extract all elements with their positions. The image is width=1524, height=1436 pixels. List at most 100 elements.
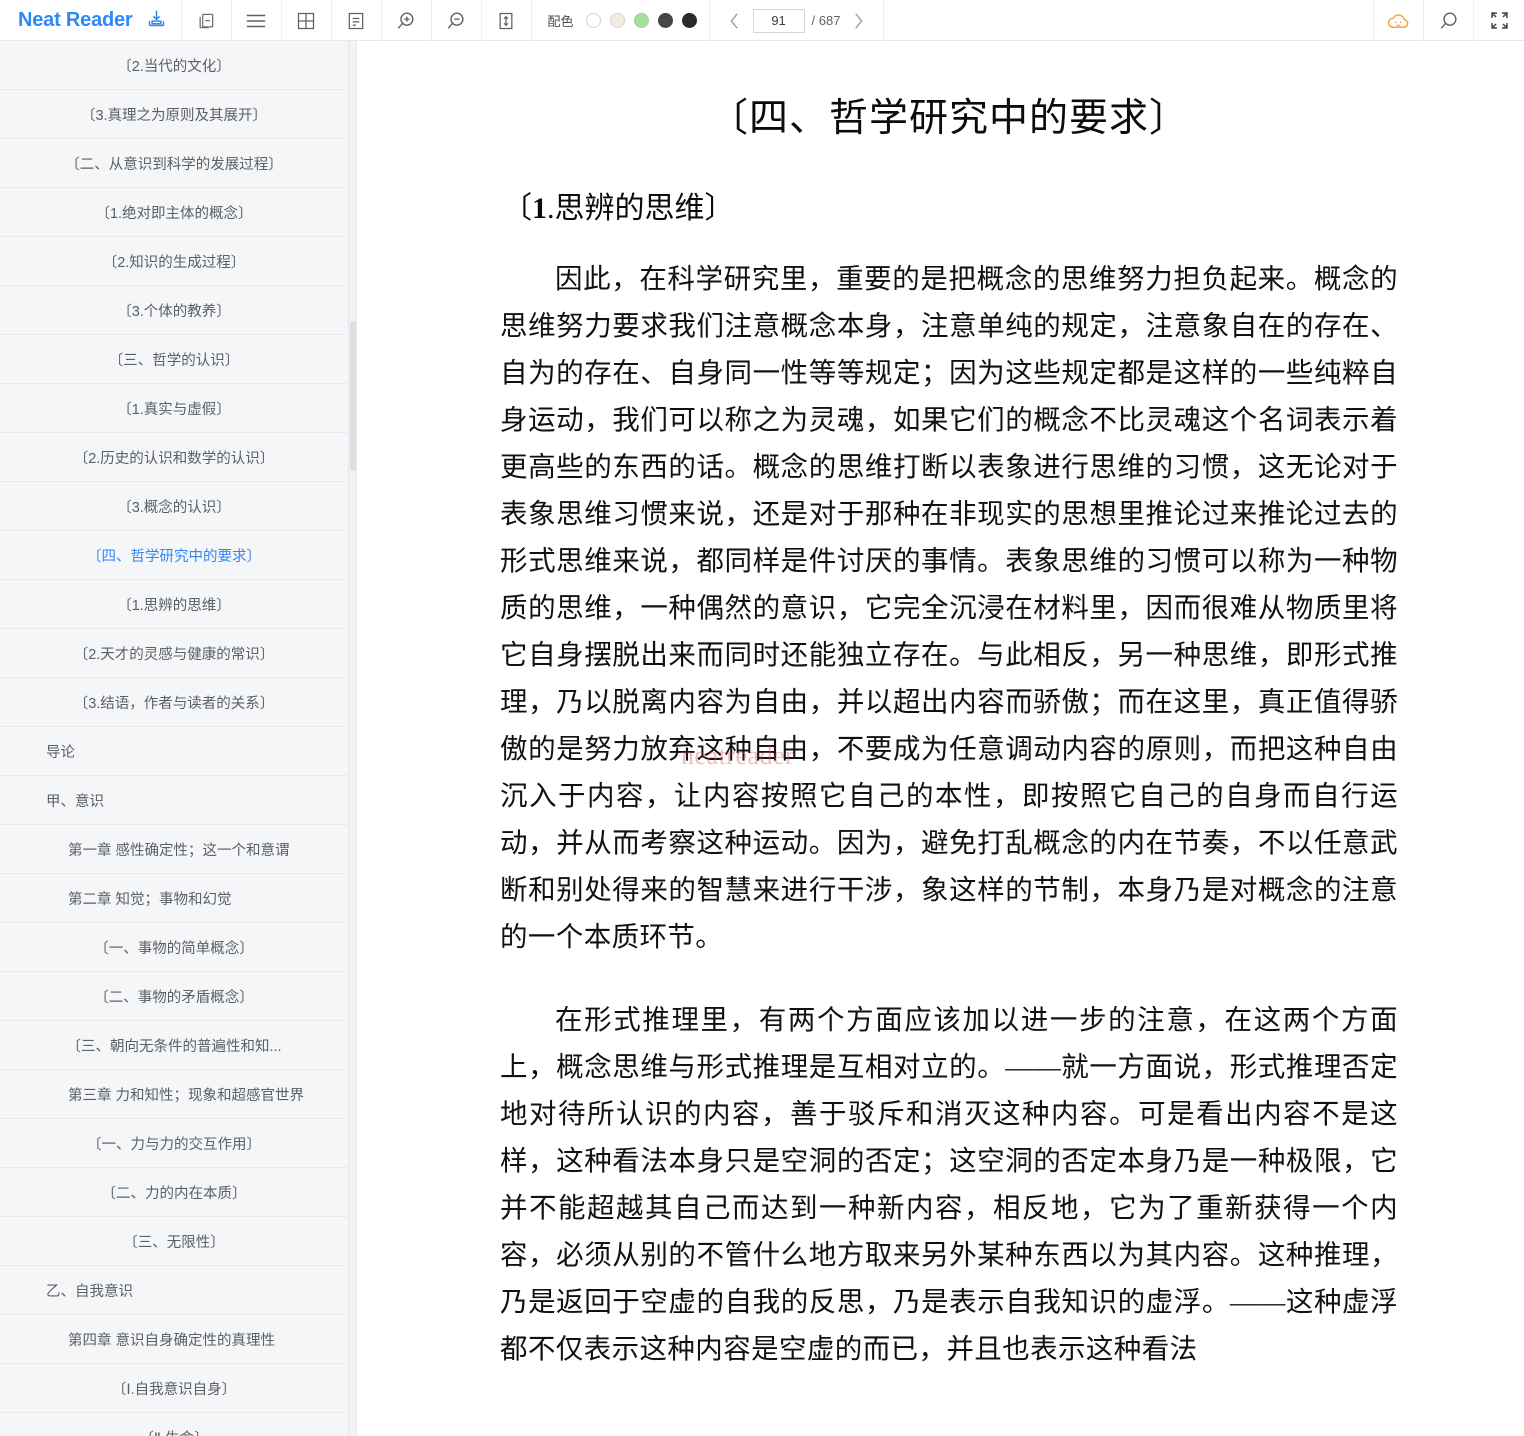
toc-item-label: 〔1.真实与虚假〕 [117, 401, 231, 418]
notes-panel-icon [346, 11, 366, 31]
hamburger-menu-icon [245, 12, 267, 30]
search-icon [1438, 10, 1460, 32]
section-title-open: 〔 [502, 192, 532, 225]
toc-sidebar[interactable]: 〔2.当代的文化〕 〔3.真理之为原则及其展开〕 〔二、从意识到科学的发展过程〕 〔1… [0, 41, 348, 1436]
toc-item[interactable]: 第三章 力和知性；现象和超感官世界 [0, 1070, 348, 1119]
toc-item[interactable]: 〔2.知识的生成过程〕 [0, 237, 348, 286]
toc-item-label: 第四章 意识自身确定性的真理性 [68, 1332, 276, 1349]
toc-item[interactable]: 〔3.概念的认识〕 [0, 482, 348, 531]
toc-item[interactable]: 第一章 感性确定性；这一个和意谓 [0, 825, 348, 874]
toc-item[interactable]: 〔1.绝对即主体的概念〕 [0, 188, 348, 237]
toc-item-label: 第一章 感性确定性；这一个和意谓 [68, 842, 290, 859]
fullscreen-button[interactable] [1474, 0, 1524, 41]
toc-item-label: 甲、意识 [46, 793, 104, 810]
fit-height-icon [496, 11, 516, 31]
grid-layout-icon [296, 11, 316, 31]
toc-item[interactable]: 〔3.个体的教养〕 [0, 286, 348, 335]
reader-pane[interactable]: 〔四、哲学研究中的要求〕 〔1.思辨的思维〕 因此，在科学研究里，重要的是把概念… [359, 41, 1524, 1436]
zoom-in-button[interactable] [382, 0, 432, 41]
sidebar-scrollbar-thumb[interactable] [350, 321, 356, 471]
toc-item[interactable]: 〔Ⅱ.生命〕 [0, 1413, 348, 1436]
toc-item-label: 第二章 知觉；事物和幻觉 [68, 891, 232, 908]
toc-item[interactable]: 〔Ⅰ.自我意识自身〕 [0, 1364, 348, 1413]
toc-item-label: 〔Ⅱ.生命〕 [139, 1427, 208, 1436]
toc-item-label: 〔一、事物的简单概念〕 [94, 940, 254, 957]
paragraph-1: 因此，在科学研究里，重要的是把概念的思维努力担负起来。概念的思维努力要求我们注意… [500, 263, 1398, 952]
toc-item[interactable]: 〔二、力的内在本质〕 [0, 1168, 348, 1217]
toc-item[interactable]: 〔2.天才的灵感与健康的常识〕 [0, 629, 348, 678]
search-button[interactable] [1424, 0, 1474, 41]
color-theme-group: 配色 [532, 0, 710, 41]
toc-item[interactable]: 乙、自我意识 [0, 1266, 348, 1315]
toc-item[interactable]: 〔1.思辨的思维〕 [0, 580, 348, 629]
menu-button[interactable] [232, 0, 282, 41]
theme-swatch-black[interactable] [681, 13, 697, 28]
page-total-label: / 687 [811, 13, 841, 28]
paragraph-2: 在形式推理里，有两个方面应该加以进一步的注意，在这两个方面上，概念思维与形式推理… [500, 1004, 1398, 1364]
cloud-sync-button[interactable] [1374, 0, 1424, 41]
toc-item-label: 〔Ⅰ.自我意识自身〕 [111, 1381, 237, 1398]
cloud-sync-icon [1386, 10, 1411, 32]
page-number-input[interactable] [752, 8, 805, 33]
prev-page-button[interactable] [724, 6, 746, 36]
app-title: Neat Reader [18, 9, 133, 31]
toc-item[interactable]: 〔三、无限性〕 [0, 1217, 348, 1266]
save-to-tray-icon[interactable] [146, 8, 167, 34]
toc-item[interactable]: 〔3.结语，作者与读者的关系〕 [0, 678, 348, 727]
toolbar-right-group [1374, 0, 1524, 41]
toc-item[interactable]: 〔2.历史的认识和数学的认识〕 [0, 433, 348, 482]
toc-item[interactable]: 〔2.当代的文化〕 [0, 41, 348, 90]
toc-item[interactable]: 第四章 意识自身确定性的真理性 [0, 1315, 348, 1364]
toc-item[interactable]: 第二章 知觉；事物和幻觉 [0, 874, 348, 923]
toc-item-label: 第三章 力和知性；现象和超感官世界 [68, 1087, 305, 1104]
toc-item[interactable]: 〔3.真理之为原则及其展开〕 [0, 90, 348, 139]
fullscreen-icon [1489, 10, 1510, 31]
toc-item[interactable]: 〔三、哲学的认识〕 [0, 335, 348, 384]
toc-item[interactable]: 〔二、事物的矛盾概念〕 [0, 972, 348, 1021]
copy-pages-button[interactable] [182, 0, 232, 41]
toc-item-label: 〔二、力的内在本质〕 [101, 1185, 247, 1202]
toc-item[interactable]: 导论 [0, 727, 348, 776]
toc-item-label: 〔三、朝向无条件的普遍性和知... [66, 1038, 282, 1055]
toc-item-label: 〔一、力与力的交互作用〕 [87, 1136, 261, 1153]
fit-height-button[interactable] [482, 0, 532, 41]
toc-list: 〔2.当代的文化〕 〔3.真理之为原则及其展开〕 〔二、从意识到科学的发展过程〕 〔1… [0, 41, 348, 1436]
toc-item-label: 〔3.个体的教养〕 [117, 303, 231, 320]
toc-item-label: 导论 [46, 744, 75, 761]
theme-swatch-green[interactable] [633, 13, 649, 28]
toc-item-label: 〔2.天才的灵感与健康的常识〕 [73, 646, 275, 663]
section-title-text: .思辨的思维〕 [547, 192, 735, 225]
toc-item-label: 〔三、无限性〕 [123, 1234, 225, 1251]
toc-item[interactable]: 〔一、事物的简单概念〕 [0, 923, 348, 972]
zoom-in-icon [395, 10, 417, 32]
toc-item-label: 〔3.结语，作者与读者的关系〕 [73, 695, 275, 712]
toc-item-label: 〔1.思辨的思维〕 [117, 597, 231, 614]
sidebar-scrollbar[interactable] [348, 41, 357, 1436]
toc-item-label: 〔三、哲学的认识〕 [108, 352, 240, 369]
section-title: 〔1.思辨的思维〕 [502, 183, 1398, 227]
page-navigation: / 687 [710, 0, 885, 41]
toc-item[interactable]: 〔三、朝向无条件的普遍性和知... [0, 1021, 348, 1070]
theme-swatch-cream[interactable] [609, 13, 625, 28]
theme-swatch-white[interactable] [585, 13, 601, 28]
grid-layout-button[interactable] [282, 0, 332, 41]
toc-item[interactable]: 〔1.真实与虚假〕 [0, 384, 348, 433]
chapter-title: 〔四、哲学研究中的要求〕 [708, 97, 1189, 140]
section-number: 1 [532, 192, 547, 225]
zoom-out-button[interactable] [432, 0, 482, 41]
toc-item-label: 〔3.真理之为原则及其展开〕 [80, 107, 268, 124]
brand-area: Neat Reader [0, 0, 182, 41]
toc-item-label: 〔二、从意识到科学的发展过程〕 [65, 156, 283, 173]
toolbar-spacer [884, 0, 1374, 40]
toc-item[interactable]: 〔二、从意识到科学的发展过程〕 [0, 139, 348, 188]
notes-panel-button[interactable] [332, 0, 382, 41]
toc-item-label: 乙、自我意识 [46, 1283, 133, 1300]
toc-item-label: 〔3.概念的认识〕 [117, 499, 231, 516]
toc-item[interactable]: 〔一、力与力的交互作用〕 [0, 1119, 348, 1168]
toc-item[interactable]: 甲、意识 [0, 776, 348, 825]
theme-swatch-dark-gray[interactable] [657, 13, 673, 28]
toc-item-label: 〔二、事物的矛盾概念〕 [94, 989, 254, 1006]
next-page-button[interactable] [847, 6, 869, 36]
copy-pages-icon [196, 11, 216, 31]
toc-item-active[interactable]: 〔四、哲学研究中的要求〕 [0, 531, 348, 580]
